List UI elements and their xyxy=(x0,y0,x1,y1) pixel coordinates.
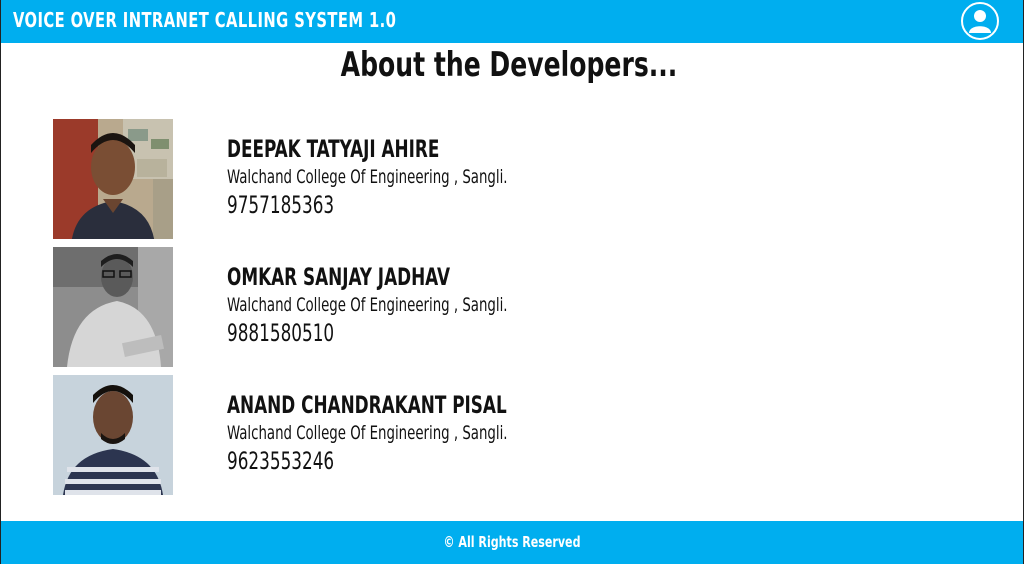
developer-info: OMKAR SANJAY JADHAV Walchand College Of … xyxy=(227,263,508,347)
page-title: About the Developers... xyxy=(340,45,678,85)
app-title: VOICE OVER INTRANET CALLING SYSTEM 1.0 xyxy=(13,8,397,32)
title-bar: VOICE OVER INTRANET CALLING SYSTEM 1.0 xyxy=(1,0,1023,43)
footer-bar: © All Rights Reserved xyxy=(1,521,1023,564)
developer-photo xyxy=(53,247,173,367)
developer-college: Walchand College Of Engineering , Sangli… xyxy=(227,294,508,316)
developer-name: ANAND CHANDRAKANT PISAL xyxy=(227,391,507,419)
developer-photo xyxy=(53,375,173,495)
app-window: VOICE OVER INTRANET CALLING SYSTEM 1.0 A… xyxy=(0,0,1024,564)
copyright-text: © All Rights Reserved xyxy=(443,533,581,551)
developer-phone: 9623553246 xyxy=(227,447,335,475)
developer-card: DEEPAK TATYAJI AHIRE Walchand College Of… xyxy=(53,119,753,239)
developer-name: DEEPAK TATYAJI AHIRE xyxy=(227,135,440,163)
developer-name: OMKAR SANJAY JADHAV xyxy=(227,263,450,291)
developer-info: ANAND CHANDRAKANT PISAL Walchand College… xyxy=(227,391,508,475)
developer-card: OMKAR SANJAY JADHAV Walchand College Of … xyxy=(53,247,753,367)
developer-photo xyxy=(53,119,173,239)
developer-phone: 9757185363 xyxy=(227,191,335,219)
developer-info: DEEPAK TATYAJI AHIRE Walchand College Of… xyxy=(227,135,508,219)
developer-phone: 9881580510 xyxy=(227,319,335,347)
user-avatar-icon[interactable] xyxy=(961,2,999,40)
developer-college: Walchand College Of Engineering , Sangli… xyxy=(227,422,508,444)
developer-card: ANAND CHANDRAKANT PISAL Walchand College… xyxy=(53,375,753,495)
developer-college: Walchand College Of Engineering , Sangli… xyxy=(227,166,508,188)
